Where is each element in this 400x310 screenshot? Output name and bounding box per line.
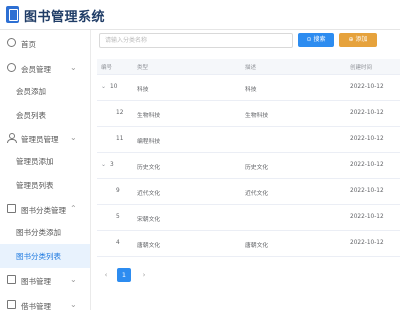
sidebar-item-category-add[interactable]: 图书分类添加 (0, 220, 90, 244)
book-logo-icon (6, 6, 19, 23)
cell-created: 2022-10-12 (350, 110, 384, 116)
sidebar-group-book[interactable]: 图书管理 ⌄ (0, 267, 90, 293)
sidebar-item-label: 管理员添加 (16, 157, 54, 166)
sidebar-item-member-add[interactable]: 会员添加 (0, 79, 90, 103)
home-icon (7, 38, 16, 47)
table-row[interactable]: 5 宋朝文化 2022-10-12 (97, 205, 400, 231)
pagination: ‹ 1 › (99, 268, 159, 282)
cell-created: 2022-10-12 (350, 136, 384, 142)
category-icon (7, 204, 16, 213)
app-header: 图书管理系统 (0, 0, 400, 30)
sidebar-item-admin-add[interactable]: 管理员添加 (0, 149, 90, 173)
sidebar-group-label: 图书管理 (21, 277, 51, 286)
table-row[interactable]: 4 唐朝文化 唐朝文化 2022-10-12 (97, 231, 400, 257)
sidebar-group-label: 管理员管理 (21, 135, 59, 144)
cell-created: 2022-10-12 (350, 214, 384, 220)
chevron-down-icon: ⌄ (70, 63, 77, 72)
table-row[interactable]: ⌄ 10 科技 科技 2022-10-12 (97, 75, 400, 101)
cell-desc: 唐朝文化 (245, 243, 269, 249)
sidebar-item-admin-list[interactable]: 管理员列表 (0, 173, 90, 197)
table-row[interactable]: 9 近代文化 近代文化 2022-10-12 (97, 179, 400, 205)
page-number-current[interactable]: 1 (117, 268, 131, 282)
cell-created: 2022-10-12 (350, 84, 384, 90)
cell-created: 2022-10-12 (350, 188, 384, 194)
cell-id: 9 (116, 188, 120, 194)
sidebar-item-label: 图书分类添加 (16, 228, 61, 237)
cell-id: 5 (116, 214, 120, 220)
sidebar-item-member-list[interactable]: 会员列表 (0, 103, 90, 127)
main-content: ⊙搜索 ⊕添加 编号 类型 描述 创建时间 ⌄10科技科技2022-10-121… (91, 30, 400, 310)
sidebar: 首页 会员管理 ⌄ 会员添加 会员列表 管理员管理 ⌄ 管理员添加 管理员列表 … (0, 30, 91, 310)
search-input[interactable] (99, 33, 293, 48)
app-title: 图书管理系统 (24, 10, 106, 25)
cell-desc: 近代文化 (245, 191, 269, 197)
cell-id: 3 (110, 162, 114, 168)
chevron-down-icon: ⌄ (70, 275, 77, 284)
next-page-button[interactable]: › (137, 268, 151, 282)
sidebar-item-label: 会员添加 (16, 87, 46, 96)
cell-type: 宋朝文化 (137, 217, 161, 223)
sidebar-item-label: 图书分类列表 (16, 252, 61, 261)
cell-type: 科技 (137, 87, 149, 93)
search-button[interactable]: ⊙ 搜索 (298, 33, 334, 47)
book-icon (7, 275, 16, 284)
cell-id: 4 (116, 240, 120, 246)
sidebar-item-label: 会员列表 (16, 111, 46, 120)
sidebar-item-category-list[interactable]: 图书分类列表 (0, 244, 90, 268)
column-header-created: 创建时间 (350, 65, 373, 71)
cell-desc: 科技 (245, 87, 257, 93)
column-header-desc: 描述 (245, 65, 257, 71)
expand-toggle-icon[interactable]: ⌄ (101, 83, 106, 90)
cell-desc: 历史文化 (245, 165, 269, 171)
add-button-label: 添加 (355, 36, 368, 43)
column-header-id: 编号 (101, 65, 113, 71)
cell-type: 近代文化 (137, 191, 161, 197)
sidebar-group-label: 图书分类管理 (21, 206, 66, 215)
sidebar-item-home[interactable]: 首页 (0, 30, 90, 56)
cell-created: 2022-10-12 (350, 240, 384, 246)
sidebar-group-category[interactable]: 图书分类管理 ⌃ (0, 196, 90, 222)
chevron-up-icon: ⌃ (70, 204, 77, 213)
table-row[interactable]: 11 编程科技 2022-10-12 (97, 127, 400, 153)
add-button[interactable]: ⊕ 添加 (339, 33, 377, 47)
sidebar-group-label: 会员管理 (21, 65, 51, 74)
cell-type: 生物科技 (137, 113, 161, 119)
plus-icon: ⊕ (348, 36, 354, 43)
cell-type: 编程科技 (137, 139, 161, 145)
sidebar-group-admin[interactable]: 管理员管理 ⌄ (0, 125, 90, 151)
cell-id: 12 (116, 110, 124, 116)
admin-icon (7, 133, 17, 143)
cell-desc: 生物科技 (245, 113, 269, 119)
cell-type: 唐朝文化 (137, 243, 161, 249)
cell-id: 10 (110, 84, 118, 90)
borrow-icon (7, 300, 16, 309)
search-icon: ⊙ (306, 36, 312, 43)
sidebar-group-label: 借书管理 (21, 302, 51, 310)
search-button-label: 搜索 (313, 36, 326, 43)
sidebar-group-member[interactable]: 会员管理 ⌄ (0, 55, 90, 81)
cell-id: 11 (116, 136, 124, 142)
cell-type: 历史文化 (137, 165, 161, 171)
cell-created: 2022-10-12 (350, 162, 384, 168)
sidebar-group-borrow[interactable]: 借书管理 ⌄ (0, 292, 90, 310)
column-header-type: 类型 (137, 65, 149, 71)
chevron-down-icon: ⌄ (70, 133, 77, 142)
table-row[interactable]: 12 生物科技 生物科技 2022-10-12 (97, 101, 400, 127)
expand-toggle-icon[interactable]: ⌄ (101, 161, 106, 168)
member-icon (7, 63, 16, 72)
prev-page-button[interactable]: ‹ (99, 268, 113, 282)
table-row[interactable]: ⌄ 3 历史文化 历史文化 2022-10-12 (97, 153, 400, 179)
sidebar-item-label: 首页 (21, 40, 36, 49)
table-header: 编号 类型 描述 创建时间 (97, 59, 400, 75)
sidebar-item-label: 管理员列表 (16, 181, 54, 190)
chevron-down-icon: ⌄ (70, 300, 77, 309)
